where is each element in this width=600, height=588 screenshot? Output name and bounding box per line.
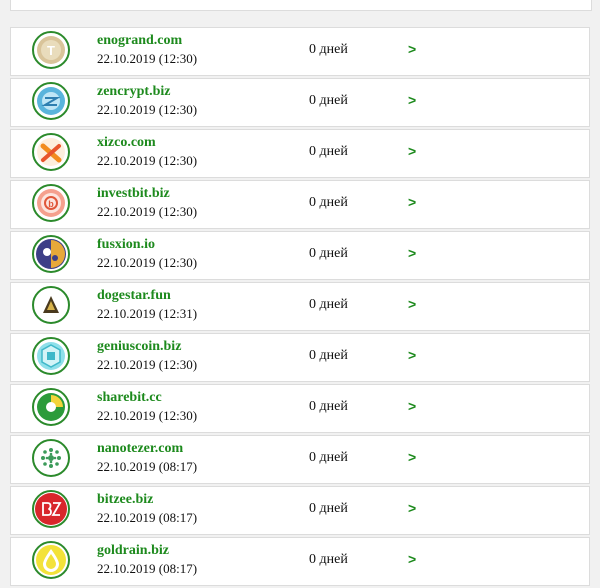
top-card [10,0,592,11]
open-arrow-button[interactable]: > [408,92,416,108]
open-arrow-button[interactable]: > [408,296,416,312]
project-days: 0 дней [309,450,348,465]
project-name-link[interactable]: nanotezer.com [97,441,183,457]
list-item[interactable]: xizco.com 22.10.2019 (12:30) 0 дней > [10,129,590,178]
project-days: 0 дней [309,246,348,261]
project-name-link[interactable]: dogestar.fun [97,288,171,304]
open-arrow-button[interactable]: > [408,500,416,516]
project-date: 22.10.2019 (12:30) [97,357,198,372]
xizco-logo-icon [32,133,70,171]
open-arrow-button[interactable]: > [408,449,416,465]
project-date: 22.10.2019 (12:30) [97,51,198,66]
open-arrow-button[interactable]: > [408,245,416,261]
project-date: 22.10.2019 (12:31) [97,306,198,321]
zencrypt-logo-icon [32,82,70,120]
project-date: 22.10.2019 (08:17) [97,510,198,525]
list-item[interactable]: sharebit.cc 22.10.2019 (12:30) 0 дней > [10,384,590,433]
project-days: 0 дней [309,399,348,414]
fusxion-logo-icon [32,235,70,273]
project-name-link[interactable]: geniuscoin.biz [97,339,181,355]
nanotezer-logo-icon [32,439,70,477]
list-item[interactable]: nanotezer.com 22.10.2019 (08:17) 0 дней … [10,435,590,484]
project-days: 0 дней [309,195,348,210]
project-days: 0 дней [309,93,348,108]
project-name-link[interactable]: xizco.com [97,135,156,151]
svg-text:T: T [47,43,55,58]
open-arrow-button[interactable]: > [408,41,416,57]
project-name-link[interactable]: fusxion.io [97,237,155,253]
list-item[interactable]: fusxion.io 22.10.2019 (12:30) 0 дней > [10,231,590,280]
project-name-link[interactable]: zencrypt.biz [97,84,170,100]
enogrand-logo-icon: T [32,31,70,69]
project-list: T enogrand.com 22.10.2019 (12:30) 0 дней… [10,27,590,588]
project-date: 22.10.2019 (08:17) [97,561,198,576]
project-date: 22.10.2019 (12:30) [97,408,198,423]
project-date: 22.10.2019 (08:17) [97,459,198,474]
project-date: 22.10.2019 (12:30) [97,255,198,270]
open-arrow-button[interactable]: > [408,551,416,567]
project-date: 22.10.2019 (12:30) [97,204,198,219]
open-arrow-button[interactable]: > [408,398,416,414]
geniuscoin-logo-icon [32,337,70,375]
project-name-link[interactable]: goldrain.biz [97,543,169,559]
project-name-link[interactable]: sharebit.cc [97,390,162,406]
project-days: 0 дней [309,552,348,567]
project-days: 0 дней [309,42,348,57]
sharebit-logo-icon [32,388,70,426]
open-arrow-button[interactable]: > [408,347,416,363]
list-item[interactable]: dogestar.fun 22.10.2019 (12:31) 0 дней > [10,282,590,331]
project-days: 0 дней [309,144,348,159]
project-name-link[interactable]: bitzee.biz [97,492,153,508]
list-item[interactable]: T enogrand.com 22.10.2019 (12:30) 0 дней… [10,27,590,76]
open-arrow-button[interactable]: > [408,194,416,210]
svg-text:b: b [48,199,54,209]
list-item[interactable]: zencrypt.biz 22.10.2019 (12:30) 0 дней > [10,78,590,127]
project-days: 0 дней [309,501,348,516]
project-name-link[interactable]: enogrand.com [97,33,182,49]
project-days: 0 дней [309,297,348,312]
project-date: 22.10.2019 (12:30) [97,102,198,117]
list-item[interactable]: bitzee.biz 22.10.2019 (08:17) 0 дней > [10,486,590,535]
list-item[interactable]: b investbit.biz 22.10.2019 (12:30) 0 дне… [10,180,590,229]
goldrain-logo-icon [32,541,70,579]
investbit-logo-icon: b [32,184,70,222]
open-arrow-button[interactable]: > [408,143,416,159]
list-item[interactable]: geniuscoin.biz 22.10.2019 (12:30) 0 дней… [10,333,590,382]
project-date: 22.10.2019 (12:30) [97,153,198,168]
bitzee-logo-icon [32,490,70,528]
project-name-link[interactable]: investbit.biz [97,186,170,202]
dogestar-logo-icon [32,286,70,324]
project-days: 0 дней [309,348,348,363]
